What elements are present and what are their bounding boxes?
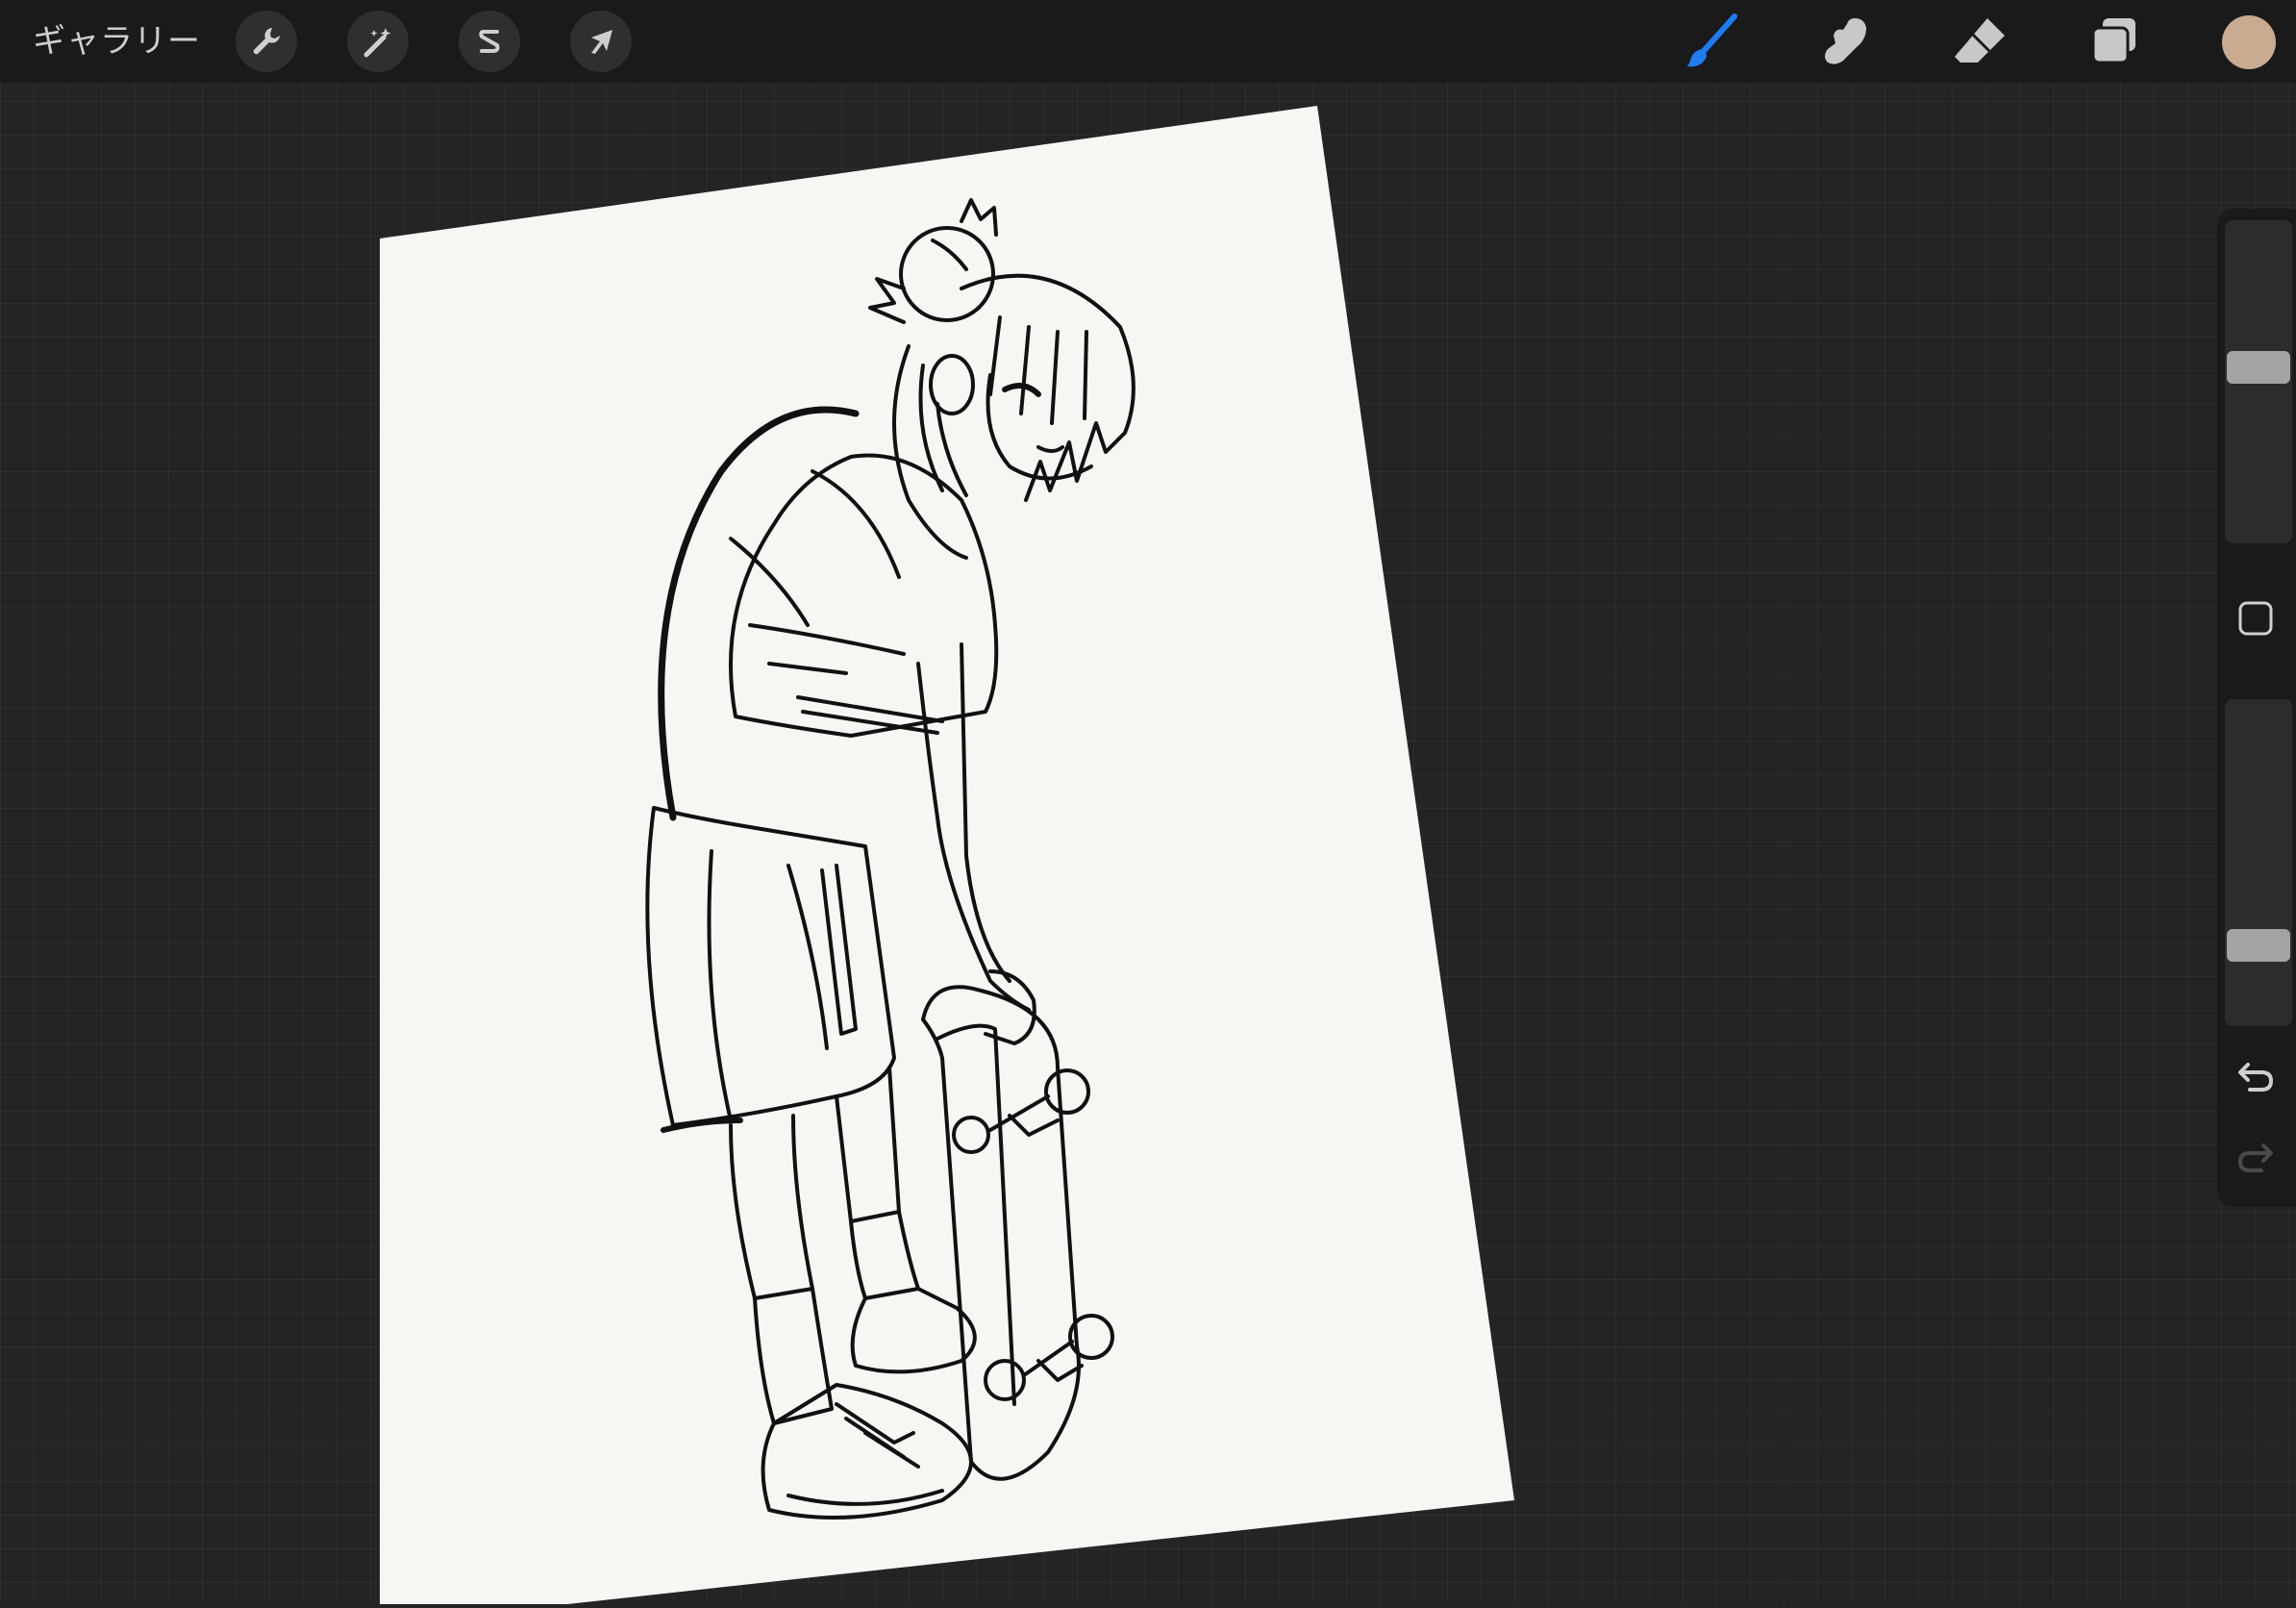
brush-icon	[1686, 13, 1737, 67]
eraser-tool[interactable]	[1948, 12, 2011, 71]
brush-size-slider[interactable]	[2225, 220, 2292, 543]
redo-arrow-icon	[2237, 1143, 2273, 1172]
gallery-button[interactable]: ギャラリー	[33, 17, 201, 65]
modify-button[interactable]	[2236, 599, 2275, 638]
square-icon	[2238, 601, 2273, 636]
artwork[interactable]	[0, 0, 2296, 1604]
brush-size-slider-thumb[interactable]	[2227, 351, 2290, 384]
redo-button[interactable]	[2234, 1136, 2277, 1178]
smudge-finger-icon	[1825, 18, 1866, 64]
undo-button[interactable]	[2234, 1055, 2277, 1097]
opacity-slider-thumb[interactable]	[2227, 929, 2290, 962]
arrow-cursor-icon	[591, 30, 612, 54]
actions-button[interactable]	[236, 11, 297, 72]
paper-sheet[interactable]	[380, 106, 1514, 1604]
layers-icon	[2091, 18, 2135, 64]
eraser-icon	[1955, 18, 2005, 63]
color-swatch[interactable]	[2222, 15, 2276, 69]
selection-s-icon	[479, 30, 500, 53]
layers-button[interactable]	[2083, 12, 2146, 71]
adjustments-button[interactable]	[347, 11, 409, 72]
selection-button[interactable]	[459, 11, 520, 72]
smudge-tool[interactable]	[1813, 12, 1877, 71]
brush-tool[interactable]	[1680, 12, 1743, 71]
top-toolbar: ギャラリー	[0, 0, 2296, 83]
undo-arrow-icon	[2238, 1063, 2274, 1092]
magic-wand-icon	[363, 28, 391, 58]
wrench-icon	[253, 28, 280, 55]
sidebar	[2217, 209, 2296, 1207]
opacity-slider[interactable]	[2225, 699, 2292, 1026]
transform-button[interactable]	[570, 11, 632, 72]
